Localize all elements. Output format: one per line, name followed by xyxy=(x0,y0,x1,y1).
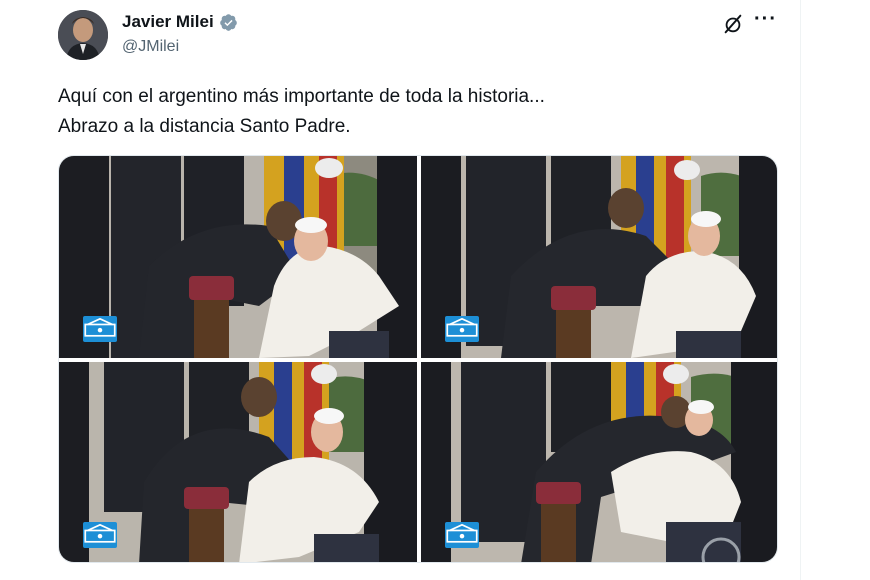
column-divider xyxy=(800,0,801,580)
tweet-text-line: Abrazo a la distancia Santo Padre. xyxy=(58,116,351,137)
more-options-icon[interactable]: ··· xyxy=(754,8,777,31)
vatican-media-logo-icon xyxy=(445,316,479,342)
tweet-text: Aquí con el argentino más importante de … xyxy=(58,82,545,142)
photo-3[interactable] xyxy=(59,362,417,562)
vatican-media-logo-icon xyxy=(83,316,117,342)
vatican-media-logo-icon xyxy=(445,522,479,548)
photo-1[interactable] xyxy=(59,156,417,358)
vatican-media-logo-icon xyxy=(83,522,117,548)
photo-4[interactable] xyxy=(421,362,777,562)
photo-2[interactable] xyxy=(421,156,777,358)
tweet-text-line: Aquí con el argentino más importante de … xyxy=(58,86,545,107)
verified-badge-icon xyxy=(219,13,238,32)
media-grid xyxy=(58,155,778,563)
author-handle[interactable]: @JMilei xyxy=(122,38,179,56)
author-name[interactable]: Javier Milei xyxy=(122,12,214,32)
grok-slash-icon[interactable] xyxy=(722,13,744,35)
avatar[interactable] xyxy=(58,10,108,60)
